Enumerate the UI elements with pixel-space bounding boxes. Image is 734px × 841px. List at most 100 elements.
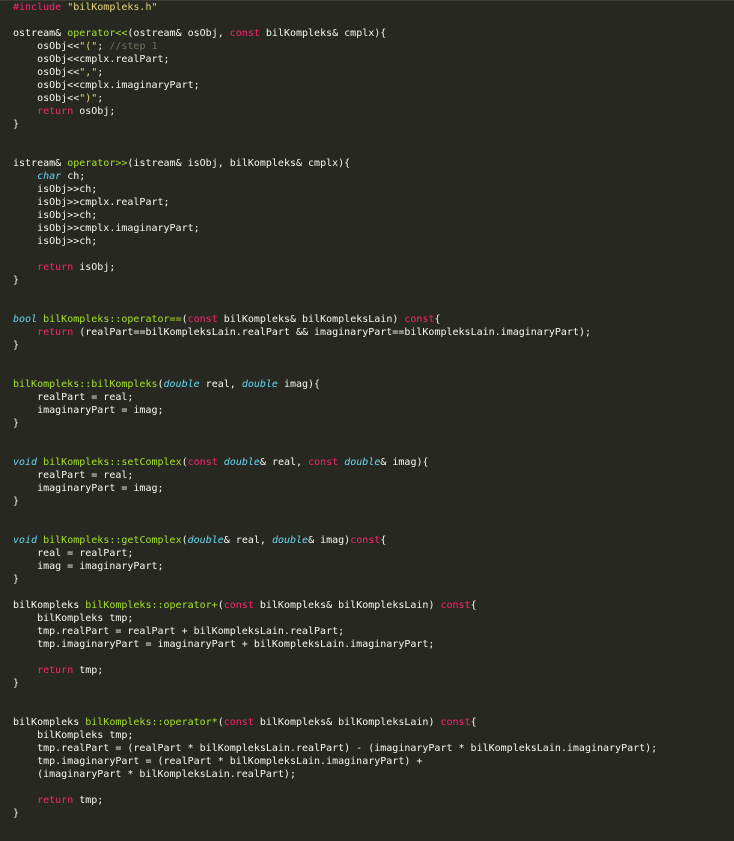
code-line[interactable]: void bilKompleks::setComplex(const doubl… <box>13 456 734 469</box>
code-line[interactable]: isObj>>ch; <box>13 183 734 196</box>
code-line[interactable]: osObj<<cmplx.realPart; <box>13 53 734 66</box>
code-line[interactable]: imaginaryPart = imag; <box>13 404 734 417</box>
code-line[interactable]: ostream& operator<<(ostream& osObj, cons… <box>13 27 734 40</box>
code-line[interactable]: osObj<<")"; <box>13 92 734 105</box>
code-line[interactable]: osObj<<"("; //step 1 <box>13 40 734 53</box>
keyword-token: const <box>187 457 218 468</box>
code-text: & imag) <box>308 535 351 546</box>
code-line[interactable]: tmp.imaginaryPart = (realPart * bilKompl… <box>13 755 734 768</box>
code-text: bilKompleks& bilKompleksLain) <box>217 314 405 325</box>
code-text: { <box>470 600 477 611</box>
code-line[interactable] <box>13 248 734 261</box>
code-text: osObj; <box>73 106 116 117</box>
code-editor[interactable]: #include "bilKompleks.h" ostream& operat… <box>0 0 734 841</box>
code-line[interactable]: isObj>>cmplx.imaginaryPart; <box>13 222 734 235</box>
code-line[interactable]: return (realPart==bilKompleksLain.realPa… <box>13 326 734 339</box>
code-text: ch; <box>61 171 86 182</box>
code-text: ; <box>97 93 104 104</box>
code-line[interactable]: bilKompleks bilKompleks::operator*(const… <box>13 716 734 729</box>
code-text: osObj<<cmplx.imaginaryPart; <box>13 80 200 91</box>
code-line[interactable] <box>13 521 734 534</box>
code-line[interactable]: return osObj; <box>13 105 734 118</box>
code-text: } <box>13 678 20 689</box>
code-text: bilKompleks tmp; <box>13 730 134 741</box>
code-line[interactable] <box>13 651 734 664</box>
code-line[interactable]: tmp.realPart = realPart + bilKompleksLai… <box>13 625 734 638</box>
code-line[interactable]: return tmp; <box>13 664 734 677</box>
keyword-token: return <box>37 262 74 273</box>
code-line[interactable] <box>13 14 734 27</box>
code-line[interactable]: bool bilKompleks::operator==(const bilKo… <box>13 313 734 326</box>
function-name-token: operator<< <box>67 28 128 39</box>
code-line[interactable]: osObj<<cmplx.imaginaryPart; <box>13 79 734 92</box>
code-line[interactable]: osObj<<","; <box>13 66 734 79</box>
code-line[interactable] <box>13 508 734 521</box>
code-area[interactable]: #include "bilKompleks.h" ostream& operat… <box>0 1 734 820</box>
code-text: osObj<<cmplx.realPart; <box>13 54 170 65</box>
code-line[interactable] <box>13 300 734 313</box>
code-line[interactable]: bilKompleks::bilKompleks(double real, do… <box>13 378 734 391</box>
code-text: { <box>380 535 387 546</box>
code-line[interactable] <box>13 131 734 144</box>
code-line[interactable] <box>13 144 734 157</box>
function-name-token: bilKompleks::getComplex <box>43 535 182 546</box>
code-line[interactable]: isObj>>ch; <box>13 209 734 222</box>
code-line[interactable]: } <box>13 274 734 287</box>
code-line[interactable] <box>13 287 734 300</box>
code-text: osObj<< <box>13 93 80 104</box>
code-text: real = realPart; <box>13 548 134 559</box>
code-line[interactable]: void bilKompleks::getComplex(double& rea… <box>13 534 734 547</box>
code-line[interactable]: bilKompleks bilKompleks::operator+(const… <box>13 599 734 612</box>
code-line[interactable]: tmp.imaginaryPart = imaginaryPart + bilK… <box>13 638 734 651</box>
code-line[interactable]: char ch; <box>13 170 734 183</box>
code-line[interactable]: bilKompleks tmp; <box>13 612 734 625</box>
code-line[interactable]: } <box>13 677 734 690</box>
code-text: } <box>13 418 20 429</box>
code-text: isObj>>ch; <box>13 184 98 195</box>
code-line[interactable]: tmp.realPart = (realPart * bilKompleksLa… <box>13 742 734 755</box>
code-line[interactable] <box>13 352 734 365</box>
code-line[interactable]: } <box>13 417 734 430</box>
code-text: tmp; <box>73 795 104 806</box>
code-text: bilKompleks <box>13 600 86 611</box>
code-line[interactable]: bilKompleks tmp; <box>13 729 734 742</box>
code-line[interactable]: isObj>>cmplx.realPart; <box>13 196 734 209</box>
code-text: } <box>13 808 20 819</box>
code-line[interactable]: } <box>13 807 734 820</box>
type-token: double <box>187 535 224 546</box>
code-line[interactable]: #include "bilKompleks.h" <box>13 1 734 14</box>
code-line[interactable] <box>13 443 734 456</box>
code-line[interactable]: } <box>13 339 734 352</box>
code-line[interactable] <box>13 365 734 378</box>
code-text: } <box>13 340 20 351</box>
code-text: isObj>>cmplx.imaginaryPart; <box>13 223 200 234</box>
code-line[interactable]: } <box>13 573 734 586</box>
code-line[interactable]: imaginaryPart = imag; <box>13 482 734 495</box>
code-line[interactable]: return tmp; <box>13 794 734 807</box>
type-token: double <box>344 457 381 468</box>
code-line[interactable]: (imaginaryPart * bilKompleksLain.realPar… <box>13 768 734 781</box>
code-text: bilKompleks& cmplx){ <box>259 28 387 39</box>
code-line[interactable] <box>13 703 734 716</box>
keyword-token: const <box>350 535 381 546</box>
code-line[interactable]: } <box>13 495 734 508</box>
code-line[interactable]: imag = imaginaryPart; <box>13 560 734 573</box>
code-text: tmp.realPart = realPart + bilKompleksLai… <box>13 626 345 637</box>
code-line[interactable] <box>13 430 734 443</box>
code-line[interactable]: isObj>>ch; <box>13 235 734 248</box>
keyword-token: const <box>229 28 260 39</box>
code-line[interactable]: realPart = real; <box>13 391 734 404</box>
code-line[interactable]: return isObj; <box>13 261 734 274</box>
code-line[interactable] <box>13 690 734 703</box>
code-line[interactable]: istream& operator>>(istream& isObj, bilK… <box>13 157 734 170</box>
code-text: tmp.imaginaryPart = imaginaryPart + bilK… <box>13 639 435 650</box>
code-line[interactable]: real = realPart; <box>13 547 734 560</box>
code-line[interactable]: } <box>13 118 734 131</box>
code-text: & real, <box>259 457 309 468</box>
code-line[interactable]: realPart = real; <box>13 469 734 482</box>
code-line[interactable] <box>13 781 734 794</box>
code-line[interactable] <box>13 586 734 599</box>
